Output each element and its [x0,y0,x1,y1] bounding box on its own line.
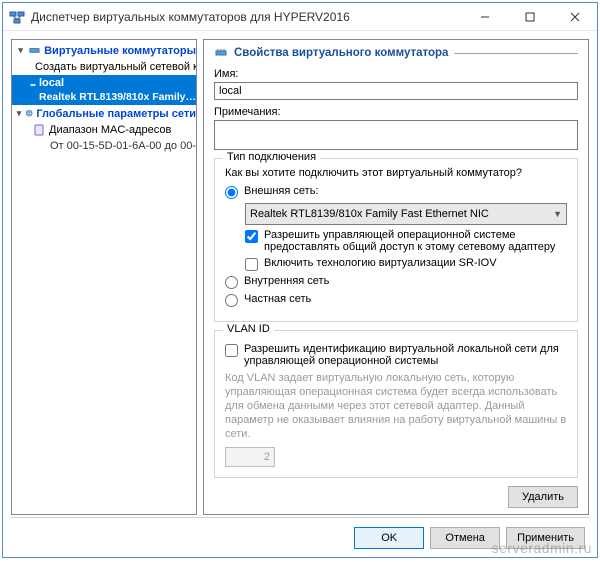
window-title: Диспетчер виртуальных коммутаторов для H… [31,10,462,24]
tree-section-global[interactable]: ▾ Глобальные параметры сети [12,105,196,122]
chevron-down-icon: ▼ [553,209,562,219]
vlan-id-input [225,447,275,467]
tree-label: Глобальные параметры сети [36,108,196,120]
check-sriov-input[interactable] [245,258,258,271]
notes-label: Примечания: [214,106,578,118]
check-sriov[interactable]: Включить технологию виртуализации SR-IOV [245,257,567,271]
switch-icon [30,78,36,92]
check-label: Разрешить управляющей операционной систе… [264,229,567,253]
connection-type-group: Тип подключения Как вы хотите подключить… [214,158,578,322]
check-vlan-input[interactable] [225,344,238,357]
collapse-icon[interactable]: ▾ [16,45,25,56]
notes-textarea[interactable] [214,120,578,150]
dialog-body: ▾ Виртуальные коммутаторы + Создать вирт… [3,31,597,517]
radio-internal[interactable]: Внутренняя сеть [225,275,567,289]
section-title-text: Свойства виртуального коммутатора [234,47,448,59]
globe-icon [25,107,33,121]
tree-new-switch[interactable]: + Создать виртуальный сетевой к… [12,59,196,75]
check-allow-mgmt-input[interactable] [245,230,258,243]
minimize-button[interactable] [462,3,507,31]
vlan-help-text: Код VLAN задает виртуальную локальную се… [225,371,567,441]
collapse-icon[interactable]: ▾ [16,108,22,119]
tree-label: Диапазон MAC-адресов [49,124,171,136]
delete-button[interactable]: Удалить [508,486,578,508]
connection-question: Как вы хотите подключить этот виртуальны… [225,167,567,179]
select-value: Realtek RTL8139/810x Family Fast Etherne… [250,208,489,220]
divider [454,53,578,54]
vlan-group: VLAN ID Разрешить идентификацию виртуаль… [214,330,578,478]
close-button[interactable] [552,3,597,31]
dialog-window: Диспетчер виртуальных коммутаторов для H… [2,2,598,558]
group-legend: VLAN ID [223,323,274,335]
maximize-button[interactable] [507,3,552,31]
name-input[interactable] [214,82,578,100]
tree-item-local[interactable]: local Realtek RTL8139/810x Family… [12,75,196,105]
properties-panel: Свойства виртуального коммутатора Имя: П… [203,39,589,515]
radio-label: Внутренняя сеть [244,275,329,287]
tree-label: Виртуальные коммутаторы [44,45,196,57]
tree-sublabel: От 00-15-5D-01-6A-00 до 00-15-… [50,140,196,152]
app-icon [9,9,25,25]
tree-section-switches[interactable]: ▾ Виртуальные коммутаторы [12,42,196,59]
titlebar[interactable]: Диспетчер виртуальных коммутаторов для H… [3,3,597,31]
radio-external-input[interactable] [225,186,238,199]
radio-label: Внешняя сеть: [244,185,318,197]
group-legend: Тип подключения [223,151,320,163]
mac-icon [32,123,46,137]
section-header: Свойства виртуального коммутатора [214,46,578,60]
tree-item-name: local [39,76,196,90]
check-allow-mgmt[interactable]: Разрешить управляющей операционной систе… [245,229,567,253]
apply-button[interactable]: Применить [506,527,585,549]
tree-mac-detail: От 00-15-5D-01-6A-00 до 00-15-… [12,138,196,153]
check-label: Включить технологию виртуализации SR-IOV [264,257,497,269]
ok-button[interactable]: OK [354,527,424,549]
radio-label: Частная сеть [244,293,311,305]
tree-mac-range[interactable]: Диапазон MAC-адресов [12,122,196,138]
radio-private[interactable]: Частная сеть [225,293,567,307]
dialog-footer: OK Отмена Применить [11,517,589,557]
radio-external[interactable]: Внешняя сеть: [225,185,567,199]
check-label: Разрешить идентификацию виртуальной лока… [244,343,567,367]
switch-icon [214,46,228,60]
name-label: Имя: [214,68,578,80]
adapter-select[interactable]: Realtek RTL8139/810x Family Fast Etherne… [245,203,567,225]
tree-panel: ▾ Виртуальные коммутаторы + Создать вирт… [11,39,197,515]
check-vlan-enable[interactable]: Разрешить идентификацию виртуальной лока… [225,343,567,367]
cancel-button[interactable]: Отмена [430,527,500,549]
tree-item-adapter: Realtek RTL8139/810x Family… [39,90,196,104]
tree-label: Создать виртуальный сетевой к… [35,61,196,73]
switch-group-icon [28,44,41,58]
radio-private-input[interactable] [225,294,238,307]
radio-internal-input[interactable] [225,276,238,289]
